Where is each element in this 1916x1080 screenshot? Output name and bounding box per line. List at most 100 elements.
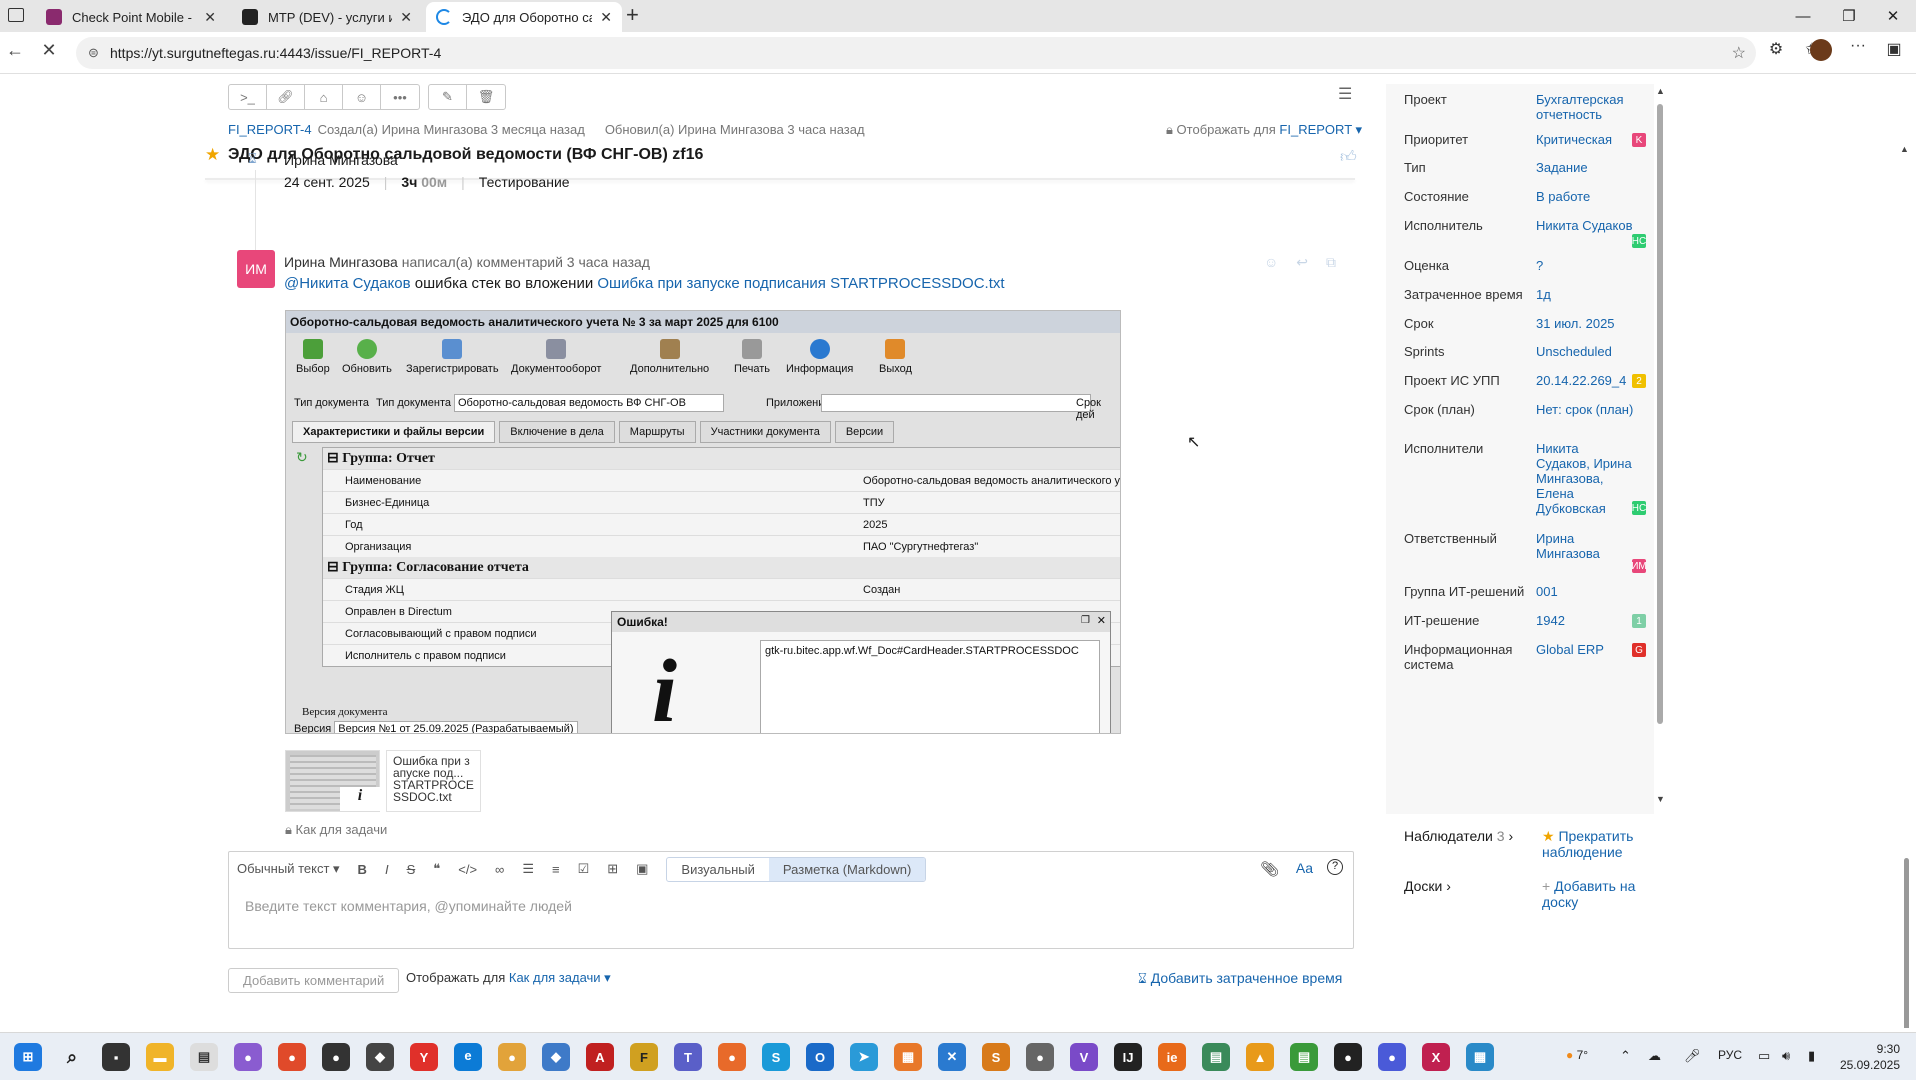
back-icon[interactable]: ← <box>0 40 30 61</box>
reaction-icon[interactable]: ☺ <box>1264 254 1278 271</box>
link-icon[interactable]: ∞ <box>495 862 504 877</box>
attach-file-icon[interactable]: 📎︎ <box>1260 860 1279 878</box>
network-app-icon[interactable]: ▤ <box>1202 1043 1230 1071</box>
copy-link-icon[interactable]: ⧉ <box>1326 254 1336 271</box>
shield-app-icon[interactable]: ◆ <box>366 1043 394 1071</box>
issue-visibility[interactable]: 🔒︎ Отображать для FI_REPORT ▾ <box>1166 122 1362 138</box>
teams-icon[interactable]: T <box>674 1043 702 1071</box>
search-icon[interactable]: ⌕ <box>58 1043 86 1071</box>
ie-app-icon[interactable]: ie <box>1158 1043 1186 1071</box>
yandex-icon[interactable]: Y <box>410 1043 438 1071</box>
star-icon[interactable]: ★ <box>205 145 220 165</box>
more-actions-icon[interactable]: ••• <box>381 85 419 109</box>
favorite-star-icon[interactable]: ☆ <box>1732 43 1746 63</box>
extensions-icon[interactable]: ⚙ <box>1762 39 1790 59</box>
intellij-icon[interactable]: IJ <box>1114 1043 1142 1071</box>
visual-studio-icon[interactable]: V <box>1070 1043 1098 1071</box>
add-to-board-button[interactable]: + Добавить на доску <box>1542 878 1662 910</box>
minimize-icon[interactable]: — <box>1780 0 1826 32</box>
vote-icon[interactable]: 👍︎ <box>1340 148 1357 167</box>
browser-tab-3[interactable]: ЭДО для Оборотно сальдовой в ✕ <box>426 2 622 32</box>
field-value[interactable]: Unscheduled <box>1536 344 1636 359</box>
comment-author[interactable]: Ирина Мингазова <box>284 254 398 270</box>
more-menu-icon[interactable]: ··· <box>1844 37 1872 55</box>
field-value[interactable]: ? <box>1536 258 1636 273</box>
onedrive-icon[interactable]: ☁ <box>1648 1048 1661 1064</box>
comment-input[interactable]: Введите текст комментария, @упоминайте л… <box>245 898 572 914</box>
issue-id-link[interactable]: FI_REPORT-4 <box>228 122 312 137</box>
image-icon[interactable]: ▣ <box>636 861 648 877</box>
page-scrollbar[interactable]: ▲ ▼ <box>1896 144 1916 1028</box>
browser-tab-2[interactable]: MTP (DEV) - услуги и спецодеж ✕ <box>232 2 422 32</box>
markdown-mode-button[interactable]: Разметка (Markdown) <box>768 857 926 881</box>
tray-expand-icon[interactable]: ⌃ <box>1620 1048 1631 1064</box>
field-value[interactable]: Никита Судаков, Ирина Мингазова, Елена Д… <box>1536 441 1636 516</box>
delete-trash-icon[interactable]: 🗑︎ <box>467 85 505 109</box>
quote-icon[interactable]: ❝ <box>433 861 440 877</box>
assign-user-icon[interactable]: ☺ <box>343 85 381 109</box>
url-field[interactable]: ⊜ https://yt.surgutneftegas.ru:4443/issu… <box>76 37 1756 69</box>
pdf-icon[interactable]: A <box>586 1043 614 1071</box>
avatar[interactable]: ИМ <box>237 250 275 288</box>
new-tab-icon[interactable]: + <box>626 2 639 28</box>
zoom-icon[interactable]: ● <box>1378 1043 1406 1071</box>
close-tab-icon[interactable]: ✕ <box>204 9 216 26</box>
activity-menu-icon[interactable]: ☰ <box>1338 84 1352 104</box>
visual-mode-button[interactable]: Визуальный <box>667 858 768 881</box>
outlook-icon[interactable]: O <box>806 1043 834 1071</box>
link-icon[interactable]: 🔗︎ <box>267 85 305 109</box>
comment-editor[interactable]: Обычный текст ▾ B I S ❝ </> ∞ ☰ ≡ ☑ ⊞ ▣ … <box>228 851 1354 949</box>
field-value[interactable]: Задание <box>1536 160 1636 175</box>
field-value[interactable]: Нет: срок (план) <box>1536 402 1636 417</box>
field-value[interactable]: 001 <box>1536 584 1636 599</box>
command-icon[interactable]: >_ <box>229 85 267 109</box>
add-time-button[interactable]: ⌛︎ Добавить затраченное время <box>1138 970 1342 987</box>
sublime-icon[interactable]: S <box>982 1043 1010 1071</box>
show-for-select[interactable]: Как для задачи <box>509 970 601 985</box>
embedded-screenshot[interactable]: Оборотно-сальдовая ведомость аналитическ… <box>285 310 1121 734</box>
notepad-icon[interactable]: ▤ <box>190 1043 218 1071</box>
field-value[interactable]: В работе <box>1536 189 1636 204</box>
tab-actions-icon[interactable] <box>8 8 24 22</box>
close-tab-icon[interactable]: ✕ <box>400 9 412 26</box>
skype-icon[interactable]: S <box>762 1043 790 1071</box>
app-grid-icon[interactable]: ▦ <box>894 1043 922 1071</box>
github-icon[interactable]: ● <box>322 1043 350 1071</box>
language-indicator[interactable]: РУС <box>1718 1048 1742 1062</box>
field-value[interactable]: 1д <box>1536 287 1636 302</box>
edge-icon[interactable]: e <box>454 1043 482 1071</box>
telegram-icon[interactable]: ➤ <box>850 1043 878 1071</box>
stop-icon[interactable]: ✕ <box>34 40 64 61</box>
task-view-icon[interactable]: ▪ <box>102 1043 130 1071</box>
calculator-icon[interactable]: ▦ <box>1466 1043 1494 1071</box>
watchers[interactable]: Наблюдатели 3 › <box>1404 828 1513 844</box>
battery-icon[interactable]: ▮ <box>1808 1048 1815 1064</box>
visibility-value[interactable]: FI_REPORT <box>1279 122 1351 137</box>
attachment-file[interactable]: Ошибка при з апуске под... STARTPROCE SS… <box>386 750 481 812</box>
help-icon[interactable]: ? <box>1327 859 1343 875</box>
attachment-thumbnail[interactable]: i <box>285 750 380 812</box>
attachment-link[interactable]: Ошибка при запуске подписания STARTPROCE… <box>597 275 1004 292</box>
volume-icon[interactable]: 🔊︎ <box>1782 1048 1790 1064</box>
italic-icon[interactable]: I <box>385 862 389 877</box>
weather[interactable]: ● 7° <box>1566 1048 1588 1062</box>
text-format-icon[interactable]: Aa <box>1296 860 1313 876</box>
tag-icon[interactable]: ⌂ <box>305 85 343 109</box>
field-value[interactable]: Критическая <box>1536 132 1636 147</box>
firefox-icon[interactable]: ● <box>718 1043 746 1071</box>
field-value[interactable]: Бухгалтерская отчетность <box>1536 92 1636 122</box>
bullet-list-icon[interactable]: ☰ <box>522 861 534 877</box>
stop-watching-button[interactable]: ★ Прекратить наблюдение <box>1542 828 1662 860</box>
checklist-icon[interactable]: ☑ <box>578 861 590 877</box>
clock[interactable]: 9:30 25.09.2025 <box>1836 1041 1900 1073</box>
profile-avatar[interactable] <box>1810 39 1832 61</box>
sheet-app-icon[interactable]: ▤ <box>1290 1043 1318 1071</box>
chat-app-icon[interactable]: ● <box>1334 1043 1362 1071</box>
chrome-app-icon[interactable]: ● <box>278 1043 306 1071</box>
cube-app-icon[interactable]: ◆ <box>542 1043 570 1071</box>
field-value[interactable]: Ирина Мингазова <box>1536 531 1636 561</box>
start-icon[interactable]: ⊞ <box>14 1043 42 1071</box>
file-explorer-icon[interactable]: ▬ <box>146 1043 174 1071</box>
field-value[interactable]: 31 июл. 2025 <box>1536 316 1636 331</box>
restore-icon[interactable]: ❐ <box>1826 0 1872 32</box>
